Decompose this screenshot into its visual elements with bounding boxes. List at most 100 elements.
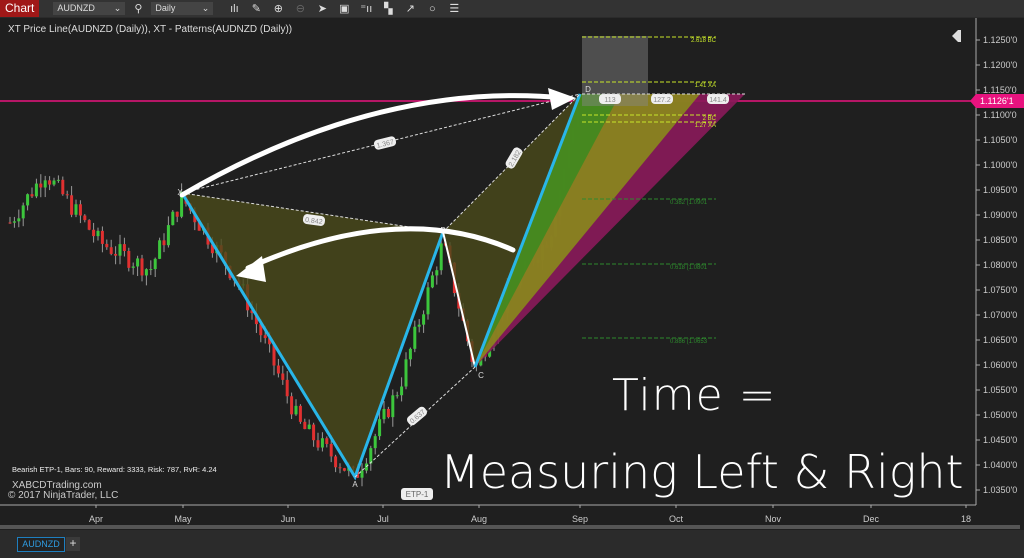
fib-level-label: 0.618 (1.0801 [670,265,708,271]
tab-audnzd[interactable]: AUDNZD [17,537,65,552]
candle-body [109,247,113,254]
date-tick-label: Oct [669,514,684,524]
zone-label: 127.2 [651,94,673,104]
price-tick-label: 1.1100'0 [983,110,1017,120]
horizontal-scrollbar[interactable] [0,525,1020,529]
candle-body [30,194,34,197]
candle-body [158,240,162,259]
pattern-overlay: 1.3670.8422.1820.637113 127.2 141.42.618 B… [0,36,975,500]
price-tick-label: 1.1050'0 [983,135,1017,145]
price-tick-label: 1.1200'0 [983,60,1017,70]
candle-body [400,386,404,396]
pattern-tag: ETP-1 [401,488,433,500]
candle-body [316,440,320,448]
candle-body [342,468,346,471]
candle-body [263,335,267,339]
candle-body [87,220,91,230]
ratio-label-xd: 1.367 [373,136,397,150]
candle-body [43,180,47,188]
candle-body [92,229,96,237]
candle-body [360,470,364,478]
add-tab-button[interactable]: + [66,537,80,551]
candle-body [21,205,25,219]
price-tick-label: 1.0650'0 [983,335,1017,345]
skip-to-end-bar [958,30,961,42]
candle-body [78,204,82,216]
candle-body [127,250,131,268]
price-tick-label: 1.0800'0 [983,260,1017,270]
candle-body [378,419,382,437]
candle-body [61,179,65,195]
candle-body [74,204,78,215]
candle-body [373,436,377,449]
candle-body [149,269,153,271]
date-tick-label: Jun [281,514,296,524]
candle-body [369,448,373,464]
candle-body [430,275,434,288]
label-text: 113 [604,97,615,104]
point-label-a: A [352,480,358,489]
price-tick-label: 1.0950'0 [983,185,1017,195]
candle-body [334,456,338,468]
candle-body [307,424,311,430]
price-tick-label: 1.0700'0 [983,310,1017,320]
price-tick-label: 1.0600'0 [983,360,1017,370]
date-tick-label: Jul [377,514,389,524]
pattern-stats: Bearish ETP-1, Bars: 90, Reward: 3333, R… [12,465,217,474]
candle-body [96,230,100,237]
candle-body [382,408,386,420]
candle-body [162,240,166,246]
date-tick-label: Nov [765,514,782,524]
skip-to-end-icon[interactable] [952,30,958,42]
date-tick-label: Apr [89,514,103,524]
candle-body [136,258,140,267]
candle-body [39,183,43,188]
target-level-label: 2.618 BC [691,38,717,44]
candle-body [171,211,175,226]
price-tick-label: 1.0500'0 [983,410,1017,420]
price-tick-label: 1.0850'0 [983,235,1017,245]
target-level-label: 1.27 XA [695,123,716,129]
candle-body [329,443,333,457]
point-label-c: C [478,371,484,380]
date-tick-label: May [174,514,192,524]
candle-body [56,179,60,181]
candle-body [285,379,289,397]
candle-body [422,314,426,325]
candle-body [338,467,342,469]
candle-body [298,405,302,422]
label-text: 141.4 [709,97,727,104]
price-tick-label: 1.1000'0 [983,160,1017,170]
current-price-badge: 1.1126'1 [970,94,1024,108]
zone-label: 141.4 [707,94,729,104]
candle-body [417,324,421,327]
tab-bar [0,530,1024,558]
candle-body [320,438,324,448]
candle-body [65,194,69,196]
point-label-d: D [585,85,591,94]
candle-body [435,270,439,276]
candle-body [153,258,157,270]
candle-body [114,253,118,256]
ratio-label-ac: 0.637 [406,406,428,425]
zone-label: 113 [599,94,621,104]
candle-body [122,244,126,251]
candle-body [391,395,395,418]
candle-body [395,395,399,397]
candle-body [175,211,179,217]
current-price-label: 1.1126'1 [980,96,1014,106]
candle-body [144,269,148,276]
candle-body [118,244,122,256]
copyright-text: © 2017 NinjaTrader, LLC [8,490,119,501]
label-text: 127.2 [653,97,671,104]
date-tick-label: Dec [863,514,880,524]
target-level-label: 2 BC [703,116,717,122]
candle-body [8,222,12,224]
candle-body [140,258,144,276]
candle-body [131,266,135,268]
candle-body [12,221,16,223]
price-tick-label: 1.1150'0 [983,85,1017,95]
chart-title: XT Price Line(AUDNZD (Daily)), XT - Patt… [8,24,293,35]
candle-body [312,424,316,441]
candle-body [404,359,408,387]
